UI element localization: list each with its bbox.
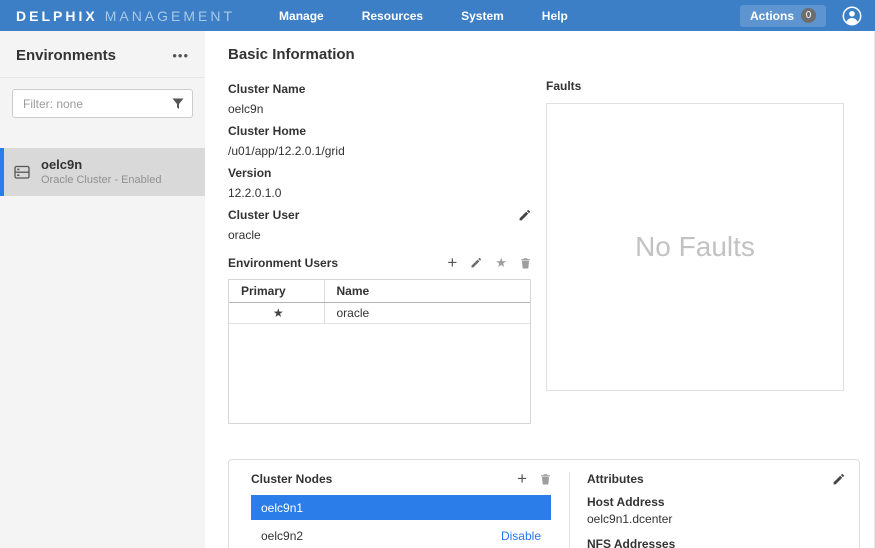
field-label: Cluster User xyxy=(228,205,299,225)
filter-input[interactable] xyxy=(12,89,193,118)
cluster-nodes-title: Cluster Nodes xyxy=(251,472,332,486)
primary-star: ★ xyxy=(229,303,324,324)
node-name: oelc9n1 xyxy=(261,501,303,515)
field-value: oelc9n xyxy=(228,99,531,119)
environment-users-toolbar: + ★ xyxy=(447,256,531,270)
environment-list-item-oelc9n[interactable]: oelc9n Oracle Cluster - Enabled xyxy=(0,148,205,196)
cluster-icon xyxy=(14,165,31,180)
user-name-cell: oracle xyxy=(324,303,530,324)
logo-primary: DELPHIX xyxy=(16,8,98,24)
edit-cluster-user-icon[interactable] xyxy=(518,209,531,222)
cluster-nodes-header: Cluster Nodes + xyxy=(251,472,551,486)
cluster-nodes-section: Cluster Nodes + oelc9n1 xyxy=(229,472,551,548)
nav-item-help[interactable]: Help xyxy=(542,9,568,23)
delphix-logo: DELPHIX MANAGEMENT xyxy=(16,8,235,24)
nav-item-manage[interactable]: Manage xyxy=(279,9,324,23)
field-cluster-user: Cluster User oracle xyxy=(228,205,531,245)
faults-title: Faults xyxy=(546,79,844,93)
attributes-section: Attributes Host Address oelc9n1.dcenter … xyxy=(570,472,859,548)
filter-container xyxy=(12,89,193,118)
set-primary-user-icon[interactable]: ★ xyxy=(495,256,507,270)
field-cluster-home: Cluster Home /u01/app/12.2.0.1/grid xyxy=(228,121,531,161)
column-header-name: Name xyxy=(324,280,530,303)
environment-item-name: oelc9n xyxy=(41,157,161,173)
delete-user-icon[interactable] xyxy=(520,257,531,269)
host-address-value: oelc9n1.dcenter xyxy=(587,511,845,528)
environment-users-header: Environment Users + ★ xyxy=(228,256,531,270)
environment-users-table: Primary Name ★ oracle xyxy=(228,279,531,424)
field-label: Cluster Home xyxy=(228,121,531,141)
nfs-addresses-label: NFS Addresses xyxy=(587,536,845,548)
page-title: Basic Information xyxy=(228,46,860,63)
environment-item-subtitle: Oracle Cluster - Enabled xyxy=(41,173,161,187)
cluster-nodes-card: Cluster Nodes + oelc9n1 xyxy=(228,459,860,548)
table-row[interactable]: ★ oracle xyxy=(229,303,530,324)
actions-button[interactable]: Actions 0 xyxy=(740,5,826,27)
filter-funnel-icon[interactable] xyxy=(172,98,184,110)
no-faults-text: No Faults xyxy=(635,231,755,263)
add-user-icon[interactable]: + xyxy=(447,256,457,270)
nav-menu: Manage Resources System Help xyxy=(279,9,568,23)
faults-column: Faults No Faults xyxy=(546,79,844,424)
faults-panel: No Faults xyxy=(546,103,844,391)
nav-item-resources[interactable]: Resources xyxy=(362,9,423,23)
add-node-icon[interactable]: + xyxy=(517,472,527,486)
environment-users-title: Environment Users xyxy=(228,256,338,270)
more-menu-icon[interactable]: ••• xyxy=(172,52,189,60)
environments-sidebar: Environments ••• oelc9n Oracle Cluster -… xyxy=(0,31,205,548)
logo-secondary: MANAGEMENT xyxy=(105,8,235,24)
node-row-oelc9n1[interactable]: oelc9n1 xyxy=(251,495,551,520)
environment-list: oelc9n Oracle Cluster - Enabled xyxy=(0,148,205,196)
user-avatar-icon[interactable] xyxy=(841,5,863,27)
cluster-nodes-toolbar: + xyxy=(517,472,551,486)
sidebar-title: Environments xyxy=(16,47,116,64)
top-navbar: DELPHIX MANAGEMENT Manage Resources Syst… xyxy=(0,0,875,31)
node-row-oelc9n2[interactable]: oelc9n2 Disable xyxy=(251,523,551,548)
environment-item-text: oelc9n Oracle Cluster - Enabled xyxy=(41,157,161,187)
nav-right: Actions 0 xyxy=(740,5,863,27)
field-version: Version 12.2.0.1.0 xyxy=(228,163,531,203)
field-cluster-name: Cluster Name oelc9n xyxy=(228,79,531,119)
column-header-primary: Primary xyxy=(229,280,324,303)
field-label: Cluster Name xyxy=(228,79,531,99)
field-value: /u01/app/12.2.0.1/grid xyxy=(228,141,531,161)
edit-user-icon[interactable] xyxy=(470,257,482,269)
nav-item-system[interactable]: System xyxy=(461,9,504,23)
attributes-title: Attributes xyxy=(587,472,644,486)
node-name: oelc9n2 xyxy=(261,529,303,543)
field-label: Version xyxy=(228,163,531,183)
main-content: Basic Information Cluster Name oelc9n Cl… xyxy=(205,31,875,548)
edit-attributes-icon[interactable] xyxy=(832,473,845,486)
table-header-row: Primary Name xyxy=(229,280,530,303)
attributes-header: Attributes xyxy=(587,472,845,486)
host-address-label: Host Address xyxy=(587,494,845,511)
field-value: oracle xyxy=(228,225,531,245)
basic-information-column: Cluster Name oelc9n Cluster Home /u01/ap… xyxy=(228,79,531,424)
field-value: 12.2.0.1.0 xyxy=(228,183,531,203)
actions-button-label: Actions xyxy=(750,9,794,23)
actions-count-badge: 0 xyxy=(801,8,816,23)
disable-node-link[interactable]: Disable xyxy=(501,529,541,543)
delete-node-icon[interactable] xyxy=(540,473,551,485)
sidebar-header: Environments ••• xyxy=(0,31,205,78)
